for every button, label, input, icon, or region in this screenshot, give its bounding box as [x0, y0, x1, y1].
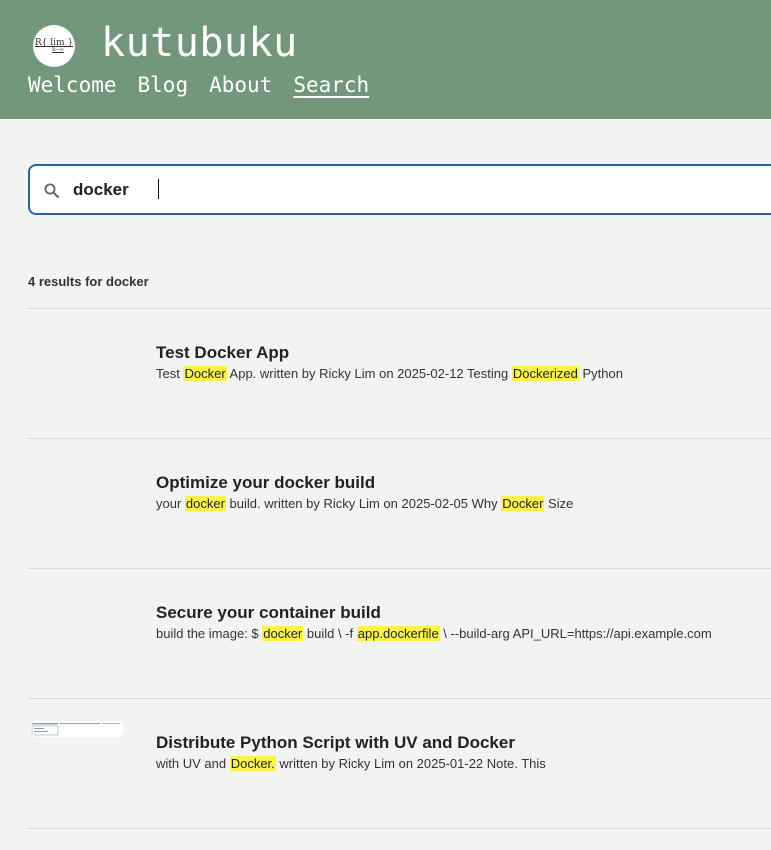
- search-result[interactable]: Optimize your docker build your docker bu…: [28, 438, 771, 568]
- site-title[interactable]: kutubuku: [101, 19, 298, 67]
- text-caret: [158, 179, 159, 199]
- main-nav: Welcome Blog About Search: [28, 72, 369, 98]
- excerpt-text: your: [156, 496, 185, 511]
- result-title[interactable]: Secure your container build: [156, 603, 381, 623]
- results-list: Test Docker App Test Docker App. written …: [28, 308, 771, 829]
- result-title[interactable]: Distribute Python Script with UV and Doc…: [156, 733, 515, 753]
- result-excerpt: with UV and Docker. written by Ricky Lim…: [156, 756, 546, 771]
- excerpt-text: build \ -f: [303, 626, 357, 641]
- nav-search[interactable]: Search: [293, 72, 369, 98]
- match-highlight: Docker: [183, 366, 227, 381]
- result-thumbnail[interactable]: [30, 721, 124, 737]
- site-logo[interactable]: R{ lim } R→∞: [33, 25, 75, 67]
- excerpt-text: with UV and: [156, 756, 230, 771]
- excerpt-text: Python: [578, 366, 623, 381]
- result-title[interactable]: Optimize your docker build: [156, 473, 375, 493]
- match-highlight: app.dockerfile: [356, 626, 440, 641]
- result-excerpt: Test Docker App. written by Ricky Lim on…: [156, 366, 623, 381]
- excerpt-text: Size: [544, 496, 574, 511]
- search-box[interactable]: [28, 164, 771, 215]
- match-highlight: Docker: [501, 496, 545, 511]
- results-count: 4 results for docker: [28, 274, 149, 289]
- match-highlight: docker: [184, 496, 226, 511]
- nav-welcome[interactable]: Welcome: [28, 72, 117, 98]
- match-highlight: Docker.: [229, 756, 276, 771]
- search-result[interactable]: Distribute Python Script with UV and Doc…: [28, 698, 771, 829]
- match-highlight: Dockerized: [511, 366, 579, 381]
- excerpt-text: App. written by Ricky Lim on 2025-02-12 …: [226, 366, 512, 381]
- excerpt-text: \ --build-arg API_URL=https://api.exampl…: [439, 626, 712, 641]
- search-result[interactable]: Secure your container build build the ima…: [28, 568, 771, 698]
- excerpt-text: Test: [156, 366, 184, 381]
- search-icon: [44, 183, 59, 198]
- excerpt-text: build the image: $: [156, 626, 263, 641]
- result-excerpt: build the image: $ docker build \ -f app…: [156, 626, 712, 641]
- match-highlight: docker: [262, 626, 304, 641]
- nav-about[interactable]: About: [209, 72, 272, 98]
- search-result[interactable]: Test Docker App Test Docker App. written …: [28, 308, 771, 438]
- nav-blog[interactable]: Blog: [138, 72, 189, 98]
- logo-subtext: R→∞: [51, 47, 65, 53]
- search-input[interactable]: [73, 178, 673, 202]
- excerpt-text: written by Ricky Lim on 2025-01-22 Note.…: [275, 756, 546, 771]
- result-excerpt: your docker build. written by Ricky Lim …: [156, 496, 573, 511]
- excerpt-text: build. written by Ricky Lim on 2025-02-0…: [225, 496, 502, 511]
- result-title[interactable]: Test Docker App: [156, 343, 289, 363]
- site-header: R{ lim } R→∞ kutubuku Welcome Blog About…: [0, 0, 771, 119]
